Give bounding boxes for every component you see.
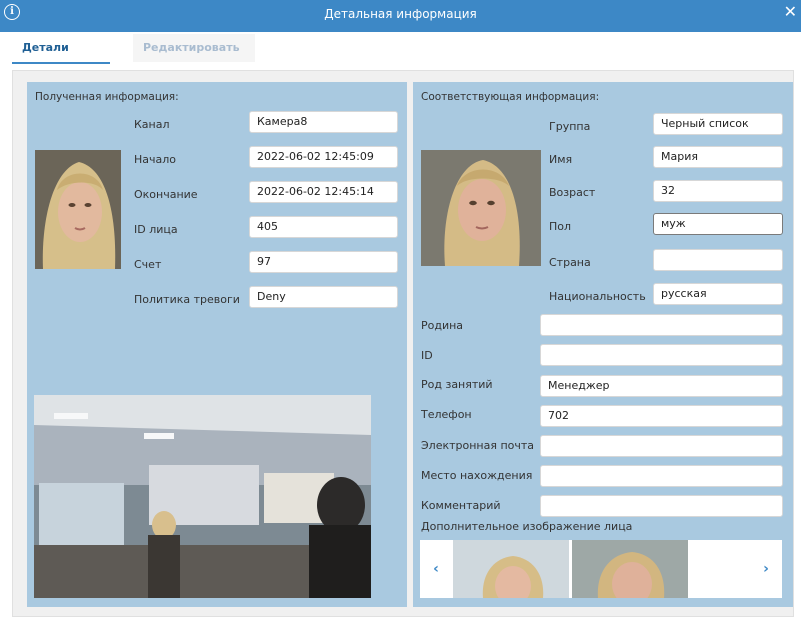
- score-field[interactable]: 97: [249, 251, 398, 273]
- field-label-location: Место нахождения: [421, 469, 533, 482]
- close-icon[interactable]: ✕: [784, 2, 797, 21]
- extra-face-thumbnail[interactable]: [572, 540, 688, 598]
- occupation-field[interactable]: Менеджер: [540, 375, 783, 397]
- title-bar: i Детальная информация ✕: [0, 0, 801, 32]
- country-field[interactable]: [653, 249, 783, 271]
- field-label-age: Возраст: [549, 186, 596, 199]
- location-field[interactable]: [540, 465, 783, 487]
- matched-info-heading: Соответствующая информация:: [421, 91, 600, 103]
- extra-face-images-label: Дополнительное изображение лица: [421, 520, 633, 533]
- id-field[interactable]: [540, 344, 783, 366]
- extra-face-images-carousel: ‹ ›: [420, 540, 782, 598]
- window-title: Детальная информация: [324, 7, 477, 21]
- gender-field[interactable]: муж: [653, 213, 783, 235]
- field-label-country: Страна: [549, 256, 591, 269]
- field-label-comment: Комментарий: [421, 499, 501, 512]
- homeland-field[interactable]: [540, 314, 783, 336]
- field-label-face-id: ID лица: [134, 223, 178, 236]
- tab-bar: Детали Редактировать: [8, 34, 793, 64]
- database-face-image: [421, 150, 541, 266]
- received-info-heading: Полученная информация:: [35, 91, 179, 103]
- start-time-field[interactable]: 2022-06-02 12:45:09: [249, 146, 398, 168]
- comment-field[interactable]: [540, 495, 783, 517]
- field-label-nationality: Национальность: [549, 290, 646, 303]
- field-label-homeland: Родина: [421, 319, 464, 332]
- name-field[interactable]: Мария: [653, 146, 783, 168]
- field-label-name: Имя: [549, 153, 573, 166]
- field-label-start: Начало: [134, 153, 177, 166]
- tab-edit[interactable]: Редактировать: [133, 34, 255, 62]
- face-id-field[interactable]: 405: [249, 216, 398, 238]
- field-label-end: Окончание: [134, 188, 198, 201]
- field-label-id: ID: [421, 349, 433, 362]
- channel-field[interactable]: Камера8: [249, 111, 398, 133]
- field-label-group: Группа: [549, 120, 591, 133]
- captured-face-image: [35, 150, 121, 269]
- alarm-policy-field[interactable]: Deny: [249, 286, 398, 308]
- end-time-field[interactable]: 2022-06-02 12:45:14: [249, 181, 398, 203]
- email-field[interactable]: [540, 435, 783, 457]
- field-label-gender: Пол: [549, 220, 572, 233]
- extra-face-thumbnail[interactable]: [453, 540, 569, 598]
- field-label-score: Счет: [134, 258, 162, 271]
- age-field[interactable]: 32: [653, 180, 783, 202]
- field-label-alarm-policy: Политика тревоги: [134, 293, 240, 306]
- field-label-phone: Телефон: [421, 408, 472, 421]
- group-field[interactable]: Черный список: [653, 113, 783, 135]
- field-label-email: Электронная почта: [421, 439, 535, 452]
- phone-field[interactable]: 702: [540, 405, 783, 427]
- field-label-occupation: Род занятий: [421, 378, 493, 391]
- tab-details[interactable]: Детали: [12, 34, 110, 64]
- chevron-right-icon[interactable]: ›: [750, 540, 782, 598]
- chevron-left-icon[interactable]: ‹: [420, 540, 452, 598]
- nationality-field[interactable]: русская: [653, 283, 783, 305]
- field-label-channel: Канал: [134, 118, 170, 131]
- scene-snapshot-image: [34, 395, 371, 598]
